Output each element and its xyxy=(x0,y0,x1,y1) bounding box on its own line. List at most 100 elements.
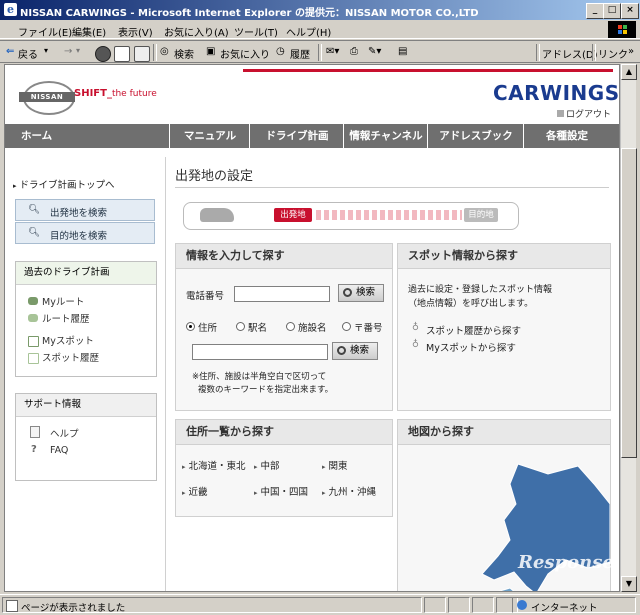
toolbar: ⇐ 戻る ▾ → ▾ ◎ 検索 ▣ お気に入り ◷ 履歴 ✉▾ ⎙ ✎▾ ▤ ア… xyxy=(0,40,640,63)
back-dropdown-icon[interactable]: ▾ xyxy=(44,46,48,55)
page-viewport: NISSAN SHIFT_the future CARWINGS® ログアウト … xyxy=(4,64,620,592)
region-chugoku-shikoku[interactable]: 中国・四国 xyxy=(254,484,309,498)
keyword-input[interactable] xyxy=(192,344,328,360)
menu-edit[interactable]: 編集(E) xyxy=(72,24,106,39)
region-hokkaido-tohoku[interactable]: 北海道・東北 xyxy=(182,458,246,472)
nissan-logo-text: NISSAN xyxy=(19,92,75,102)
region-kyushu-okinawa[interactable]: 九州・沖縄 xyxy=(322,484,377,498)
drive-plan-top-link[interactable]: ▸ ドライブ計画トップへ xyxy=(13,177,115,191)
input-search-title: 情報を入力して探す xyxy=(176,244,392,269)
toolbar-chevron-icon[interactable]: » xyxy=(628,46,634,57)
menu-view[interactable]: 表示(V) xyxy=(118,24,153,39)
refresh-icon[interactable] xyxy=(114,46,130,62)
support-title: サポート情報 xyxy=(16,394,156,417)
my-spot-search-link[interactable]: Myスポットから探す xyxy=(426,340,516,354)
keyword-search-button[interactable]: 検索 xyxy=(332,342,378,360)
nissan-logo[interactable]: NISSAN xyxy=(19,81,75,115)
route-history-link[interactable]: ルート履歴 xyxy=(42,311,90,325)
scroll-up-button[interactable]: ▲ xyxy=(621,64,637,80)
scroll-thumb[interactable] xyxy=(621,148,637,458)
back-button[interactable]: 戻る xyxy=(18,46,38,61)
car-icon xyxy=(28,297,38,305)
stop-icon[interactable] xyxy=(95,46,111,62)
scroll-down-button[interactable]: ▼ xyxy=(621,576,637,592)
menu-favorites[interactable]: お気に入り(A) xyxy=(164,24,229,39)
progress-start: 出発地 xyxy=(274,208,312,222)
radio-facility[interactable] xyxy=(286,322,295,331)
nav-manual[interactable]: マニュアル xyxy=(169,124,250,148)
close-button[interactable]: × xyxy=(621,3,639,19)
search-icon xyxy=(337,346,346,355)
nav-drive-plan[interactable]: ドライブ計画 xyxy=(249,124,344,148)
toolbar-separator xyxy=(318,44,322,61)
input-search-panel: 情報を入力して探す 電話番号 検索 住所 駅名 施設名 〒番号 検索 ※住所、施… xyxy=(175,243,393,411)
links-button[interactable]: リンク xyxy=(598,46,628,61)
minimize-button[interactable]: _ xyxy=(586,3,604,19)
note-line-1: ※住所、施設は半角空白で区切って xyxy=(192,372,327,382)
tagline-sub: the future xyxy=(111,89,157,99)
progress-end: 目的地 xyxy=(464,208,498,222)
favorites-button[interactable]: お気に入り xyxy=(220,46,270,61)
phone-search-button[interactable]: 検索 xyxy=(338,284,384,302)
back-arrow-icon[interactable]: ⇐ xyxy=(6,46,14,57)
status-message-cell: ページが表示されました xyxy=(2,597,422,614)
my-spot-link[interactable]: Myスポット xyxy=(42,333,94,347)
search-button[interactable]: 検索 xyxy=(174,46,194,61)
nav-address-book[interactable]: アドレスブック xyxy=(427,124,524,148)
discuss-icon[interactable]: ▤ xyxy=(398,46,407,57)
search-departure-button[interactable]: 🔍︎ 出発地を検索 xyxy=(15,199,155,221)
address-label[interactable]: アドレス(D) xyxy=(542,46,598,61)
print-icon[interactable]: ⎙ xyxy=(350,46,358,57)
past-plans-title: 過去のドライブ計画 xyxy=(16,262,156,285)
search-icon: 🔍︎ xyxy=(28,227,41,238)
car-icon xyxy=(200,208,234,222)
region-kinki[interactable]: 近畿 xyxy=(182,484,208,498)
menu-file[interactable]: ファイル(E) xyxy=(18,24,72,39)
spot-history-search-link[interactable]: スポット履歴から探す xyxy=(426,323,521,337)
spot-search-title: スポット情報から探す xyxy=(398,244,610,269)
search-icon: 🔍︎ xyxy=(28,204,41,215)
home-icon[interactable] xyxy=(134,46,150,62)
radio-station-label: 駅名 xyxy=(248,323,268,334)
watermark: Response. xyxy=(518,552,620,573)
forward-button[interactable]: → xyxy=(64,46,72,57)
maximize-button[interactable]: □ xyxy=(603,3,621,19)
help-link[interactable]: ヘルプ xyxy=(50,426,79,440)
support-box: サポート情報 ヘルプ ? FAQ xyxy=(15,393,157,481)
spot-icon xyxy=(28,353,39,364)
faq-link[interactable]: FAQ xyxy=(50,445,68,456)
carwings-logo[interactable]: CARWINGS® xyxy=(493,81,619,105)
search-icon[interactable]: ◎ xyxy=(160,46,169,57)
spot-history-link[interactable]: スポット履歴 xyxy=(42,350,99,364)
region-kanto[interactable]: 関東 xyxy=(322,458,348,472)
favorites-icon[interactable]: ▣ xyxy=(206,46,215,57)
nav-info-channel[interactable]: 情報チャンネル xyxy=(343,124,428,148)
toolbar-separator xyxy=(536,44,540,61)
nav-settings[interactable]: 各種設定 xyxy=(523,124,610,148)
window-title: NISSAN CARWINGS - Microsoft Internet Exp… xyxy=(20,8,479,19)
forward-dropdown-icon[interactable]: ▾ xyxy=(76,46,80,55)
my-route-link[interactable]: Myルート xyxy=(42,294,84,308)
menu-help[interactable]: ヘルプ(H) xyxy=(286,24,331,39)
search-destination-button[interactable]: 🔍︎ 目的地を検索 xyxy=(15,222,155,244)
phone-input[interactable] xyxy=(234,286,330,302)
radio-station[interactable] xyxy=(236,322,245,331)
radio-address[interactable] xyxy=(186,322,195,331)
spot-desc-1: 過去に設定・登録したスポット情報 xyxy=(408,285,553,295)
history-icon[interactable]: ◷ xyxy=(276,46,285,57)
tagline: SHIFT_the future xyxy=(74,88,157,99)
vertical-scrollbar[interactable]: ▲ ▼ xyxy=(620,64,637,592)
history-button[interactable]: 履歴 xyxy=(290,46,310,61)
menu-tools[interactable]: ツール(T) xyxy=(234,24,278,39)
logout-link[interactable]: ログアウト xyxy=(557,107,611,120)
toolbar-separator xyxy=(592,44,596,61)
windows-flag-icon xyxy=(608,21,636,38)
zone-cell: インターネット xyxy=(512,597,636,614)
region-chubu[interactable]: 中部 xyxy=(254,458,280,472)
mail-icon[interactable]: ✉▾ xyxy=(326,46,339,57)
document-icon xyxy=(30,426,40,438)
map-search-panel: 地図から探す Response. xyxy=(397,419,619,591)
edit-icon[interactable]: ✎▾ xyxy=(368,46,381,57)
radio-postcode[interactable] xyxy=(342,322,351,331)
nav-home[interactable]: ホーム xyxy=(5,124,101,148)
